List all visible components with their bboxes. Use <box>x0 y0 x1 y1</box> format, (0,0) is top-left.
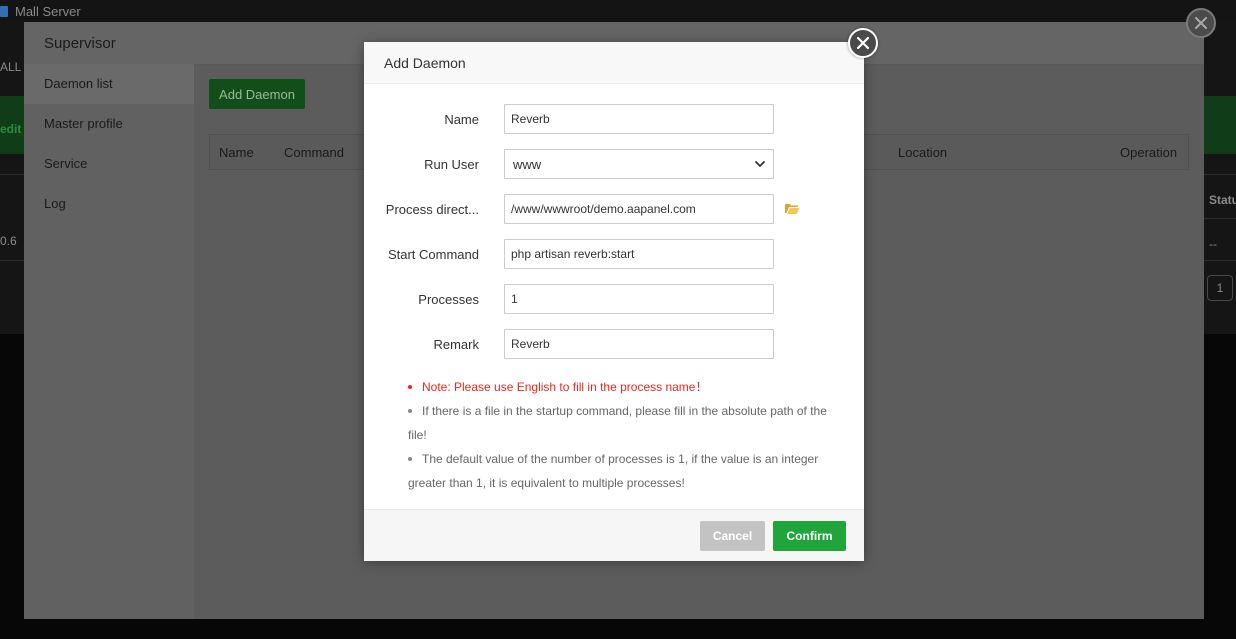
note-text: The default value of the number of proce… <box>408 452 819 490</box>
bullet <box>408 384 412 389</box>
close-icon <box>1195 17 1207 29</box>
dialog-header: Add Daemon <box>364 42 864 84</box>
supervisor-sidebar: Daemon list Master profile Service Log <box>24 64 194 619</box>
column-header-operation: Operation <box>1120 145 1178 160</box>
add-daemon-dialog: Add Daemon Name Run User www Process dir… <box>364 28 878 561</box>
bg-status-value: -- <box>1209 237 1217 251</box>
dialog-footer: Cancel Confirm <box>364 509 864 561</box>
bullet <box>408 408 412 413</box>
form-row-process-directory: Process direct... <box>364 194 864 224</box>
start-command-label: Start Command <box>387 247 479 262</box>
bg-all-label: ALL <box>0 60 22 74</box>
remark-input[interactable] <box>504 329 774 359</box>
bg-divider <box>0 260 24 261</box>
start-command-input[interactable] <box>504 239 774 269</box>
supervisor-title: Supervisor <box>44 35 116 52</box>
chevron-down-icon <box>755 161 765 167</box>
name-input[interactable] <box>504 104 774 134</box>
app-titlebar: Mall Server <box>0 0 1236 22</box>
sidebar-item-service[interactable]: Service <box>24 144 194 184</box>
run-user-selected-value: www <box>513 156 542 172</box>
form-row-name: Name <box>364 104 864 134</box>
folder-open-icon[interactable] <box>784 202 800 215</box>
form-row-run-user: Run User www <box>364 149 864 179</box>
note-text: Note: Please use English to fill in the … <box>422 380 708 394</box>
close-icon <box>857 37 869 49</box>
bg-status-header: Statu <box>1209 193 1236 207</box>
pagination-page-button[interactable]: 1 <box>1207 275 1233 301</box>
process-directory-label: Process direct... <box>385 202 479 217</box>
bg-version: 0.6 <box>0 234 17 248</box>
processes-label: Processes <box>418 292 479 307</box>
sidebar-item-log[interactable]: Log <box>24 184 194 224</box>
app-icon <box>0 6 8 17</box>
column-header-name: Name <box>219 145 254 160</box>
form-row-remark: Remark <box>364 329 864 359</box>
column-header-command: Command <box>284 145 344 160</box>
remark-label: Remark <box>433 337 479 352</box>
form-row-processes: Processes <box>364 284 864 314</box>
bg-divider <box>1204 260 1236 261</box>
form-row-start-command: Start Command <box>364 239 864 269</box>
process-directory-input[interactable] <box>504 194 774 224</box>
dialog-title: Add Daemon <box>384 55 466 71</box>
bg-edit-label: edit <box>0 122 22 136</box>
dialog-close-button[interactable] <box>848 28 878 58</box>
note-item: The default value of the number of proce… <box>408 447 848 495</box>
sidebar-item-daemon-list[interactable]: Daemon list <box>24 64 194 104</box>
bg-divider <box>0 174 24 175</box>
app-title: Mall Server <box>15 4 81 19</box>
name-label: Name <box>444 112 479 127</box>
note-item: Note: Please use English to fill in the … <box>408 375 848 399</box>
panel-close-button[interactable] <box>1186 8 1216 38</box>
run-user-select[interactable]: www <box>504 149 774 179</box>
confirm-button[interactable]: Confirm <box>773 521 846 551</box>
note-text: If there is a file in the startup comman… <box>408 404 827 442</box>
add-daemon-button[interactable]: Add Daemon <box>209 79 305 109</box>
bg-divider <box>1204 218 1236 219</box>
bg-green-banner <box>1204 96 1236 154</box>
processes-input[interactable] <box>504 284 774 314</box>
sidebar-item-master-profile[interactable]: Master profile <box>24 104 194 144</box>
run-user-label: Run User <box>424 157 479 172</box>
help-notes: Note: Please use English to fill in the … <box>408 375 848 495</box>
cancel-button[interactable]: Cancel <box>700 521 765 551</box>
column-header-location: Location <box>898 145 948 160</box>
note-item: If there is a file in the startup comman… <box>408 399 848 447</box>
bullet <box>408 456 412 461</box>
bg-divider <box>1204 174 1236 175</box>
